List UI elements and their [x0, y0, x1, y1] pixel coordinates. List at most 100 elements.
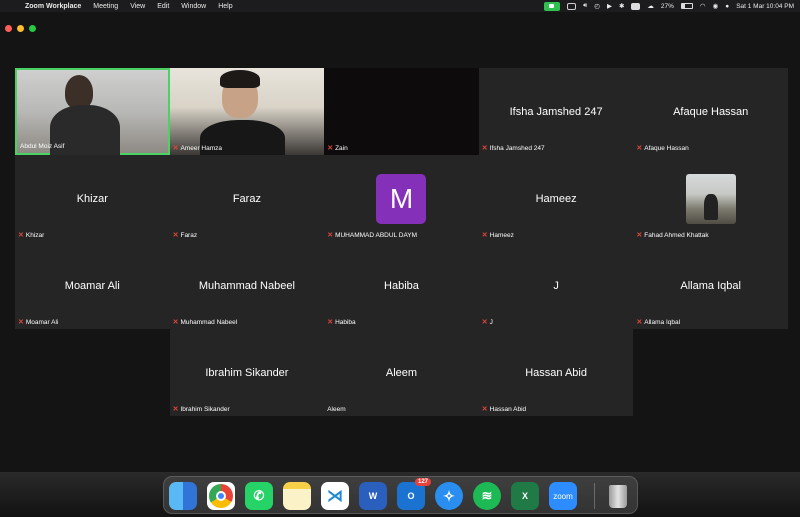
muted-mic-icon: ✕	[481, 232, 488, 239]
menu-window[interactable]: Window	[181, 3, 206, 10]
participant-name-label: ✕ Moamar Ali	[18, 318, 59, 327]
word-icon[interactable]: W	[359, 482, 387, 510]
zoom-icon[interactable]: zoom	[549, 482, 577, 510]
muted-mic-icon: ✕	[327, 145, 334, 152]
participant-display-name: Khizar	[76, 192, 108, 205]
minimize-window-button[interactable]	[17, 25, 24, 32]
participant-name-text: Faraz	[180, 231, 198, 239]
participant-tile[interactable]: Khizar ✕ Khizar	[15, 155, 170, 242]
participant-display-name: Hameez	[535, 192, 577, 205]
finder-icon[interactable]	[169, 482, 197, 510]
participant-name-label: ✕ Khizar	[18, 231, 45, 240]
participant-tile[interactable]: Hameez ✕ Hameez	[478, 155, 634, 242]
siri-icon[interactable]: ●	[725, 3, 729, 10]
participant-avatar: M	[376, 173, 427, 224]
status-area: 🔊︎ ◴ ▶︎ ✱ ☁︎ 27% ◠ ◉ ● Sat 1 Mar 10:04 P…	[544, 0, 794, 12]
participant-tile[interactable]: ✕ Fahad Ahmed Khattak	[633, 155, 788, 242]
participant-name-label: ✕ MUHAMMAD ABDUL DAYM	[327, 231, 417, 240]
participant-name-label: ✕ Habiba	[327, 318, 356, 327]
spotify-icon[interactable]: ≋	[473, 482, 501, 510]
battery-percent: 27%	[660, 2, 674, 10]
text-input-icon[interactable]	[631, 2, 641, 10]
control-center-icon[interactable]: ◉	[713, 2, 719, 10]
participant-tile[interactable]: ✕ Ameer Hamza	[169, 68, 325, 160]
participant-tile[interactable]: Moamar Ali ✕ Moamar Ali	[15, 242, 170, 329]
notes-icon[interactable]	[283, 482, 311, 510]
app-menu-zoom[interactable]: Zoom Workplace	[25, 3, 81, 10]
volume-icon[interactable]: 🔊︎	[583, 2, 587, 10]
dock-separator	[594, 483, 595, 509]
participant-tile[interactable]: Habiba ✕ Habiba	[324, 242, 479, 329]
participant-tile[interactable]: Allama Iqbal ✕ Allama Iqbal	[633, 242, 788, 329]
trash-icon[interactable]	[604, 482, 632, 510]
muted-mic-icon: ✕	[636, 145, 643, 152]
participant-name-text: Moamar Ali	[25, 318, 59, 326]
participant-tile[interactable]: Aleem Aleem	[324, 329, 479, 416]
participant-tile[interactable]: Ibrahim Sikander ✕ Ibrahim Sikander	[169, 329, 325, 416]
play-icon[interactable]: ▶︎	[607, 2, 612, 10]
participant-tile[interactable]: Ifsha Jamshed 247 ✕ Ifsha Jamshed 247	[478, 68, 634, 155]
bluetooth-icon[interactable]: ✱	[619, 2, 624, 10]
participant-display-name: Aleem	[385, 366, 418, 379]
dock: ✆ ⋊ W O 127 ✧ ≋ X zoom	[163, 476, 638, 514]
menu-view[interactable]: View	[130, 3, 145, 10]
participant-name-text: Muhammad Nabeel	[180, 318, 238, 326]
participant-name-label: ✕ Ibrahim Sikander	[172, 405, 230, 414]
participant-tile[interactable]: Faraz ✕ Faraz	[169, 155, 325, 242]
muted-mic-icon: ✕	[172, 319, 179, 326]
participant-tile[interactable]: Hassan Abid ✕ Hassan Abid	[478, 329, 634, 416]
participant-display-name: Ifsha Jamshed 247	[509, 105, 603, 118]
participant-name-label: ✕ Allama Iqbal	[636, 318, 681, 327]
close-window-button[interactable]	[5, 25, 12, 32]
menu-edit[interactable]: Edit	[157, 3, 169, 10]
muted-mic-icon: ✕	[327, 232, 334, 239]
participant-display-name: Moamar Ali	[64, 279, 120, 292]
zoom-status-icon[interactable]	[544, 1, 561, 11]
chrome-icon[interactable]	[207, 482, 235, 510]
cloud-icon[interactable]: ☁︎	[647, 2, 654, 10]
participant-name-text: Fahad Ahmed Khattak	[644, 231, 709, 239]
participant-name-text: Khizar	[25, 231, 45, 239]
battery-icon[interactable]	[680, 3, 693, 9]
participant-name-text: Hassan Abid	[489, 405, 527, 413]
safari-icon[interactable]: ✧	[435, 482, 463, 510]
datetime[interactable]: Sat 1 Mar 10:04 PM	[736, 3, 794, 10]
person-video	[199, 120, 285, 160]
muted-mic-icon: ✕	[18, 232, 24, 239]
outlook-badge: 127	[414, 478, 431, 486]
participant-name-label: ✕ Hameez	[481, 231, 514, 240]
participant-tile[interactable]: ✕ Zain	[324, 68, 479, 155]
participant-name-label: ✕ Zain	[327, 144, 348, 153]
participant-tile[interactable]: Abdul Moiz Asif	[15, 68, 170, 155]
participant-profile-photo	[685, 173, 736, 224]
participant-tile[interactable]: Muhammad Nabeel ✕ Muhammad Nabeel	[169, 242, 325, 329]
menu-meeting[interactable]: Meeting	[93, 3, 118, 10]
excel-icon[interactable]: X	[511, 482, 539, 510]
participant-name-text: J	[489, 318, 493, 326]
screen-icon[interactable]	[567, 2, 577, 10]
participant-name-label: ✕ Hassan Abid	[482, 405, 527, 414]
muted-mic-icon: ✕	[172, 232, 179, 239]
muted-mic-icon: ✕	[172, 406, 179, 413]
menu-help[interactable]: Help	[218, 3, 232, 10]
participant-name-text: Habiba	[335, 318, 356, 326]
participant-name-label: ✕ J	[481, 318, 493, 327]
participant-name-label: ✕ Afaque Hassan	[636, 144, 688, 153]
participant-name-text: Allama Iqbal	[644, 318, 681, 326]
zoom-icon-label: zoom	[553, 491, 573, 501]
participant-name-text: Zain	[335, 144, 348, 152]
person-video	[219, 70, 260, 88]
vscode-icon[interactable]: ⋊	[321, 482, 349, 510]
whatsapp-icon[interactable]: ✆	[245, 482, 273, 510]
muted-mic-icon: ✕	[481, 319, 488, 326]
wifi-icon[interactable]: ◠	[700, 2, 706, 10]
participant-display-name: J	[553, 279, 559, 292]
participant-name-label: Aleem	[327, 406, 345, 413]
maximize-window-button[interactable]	[29, 25, 36, 32]
clock-icon[interactable]: ◴	[594, 2, 600, 10]
participant-tile[interactable]: J ✕ J	[478, 242, 634, 329]
outlook-icon[interactable]: O 127	[397, 478, 431, 510]
participant-name-text: Ibrahim Sikander	[180, 405, 230, 413]
participant-tile[interactable]: Afaque Hassan ✕ Afaque Hassan	[633, 68, 788, 155]
participant-tile[interactable]: M ✕ MUHAMMAD ABDUL DAYM	[324, 155, 479, 242]
